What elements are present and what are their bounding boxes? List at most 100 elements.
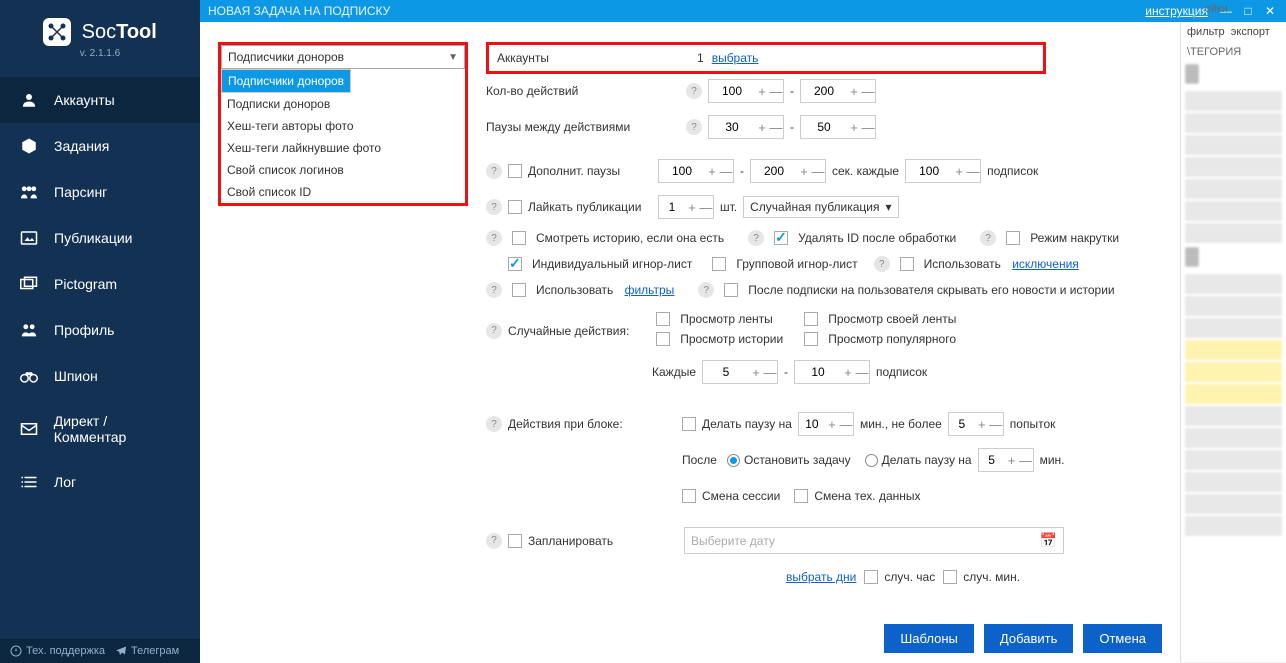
help-icon[interactable]: ? [486,282,502,298]
templates-button[interactable]: Шаблоны [884,624,974,653]
extra-to[interactable]: +— [750,159,826,183]
excl-checkbox[interactable] [900,257,914,271]
nav-tasks[interactable]: Задания [0,123,200,169]
delid-label: Удалять ID после обработки [798,231,956,245]
nav-pictogram[interactable]: Pictogram [0,261,200,307]
delid-checkbox[interactable] [774,231,788,245]
like-mode-select[interactable]: Случайная публикация▾ [743,196,898,218]
help-icon[interactable]: ? [698,282,714,298]
accounts-box: Аккаунты 1 выбрать [486,42,1046,74]
rand-hour-label: случ. час [884,570,935,584]
nav-parsing[interactable]: Парсинг [0,169,200,215]
random-to[interactable]: +— [794,360,870,384]
nav-label: Pictogram [54,276,117,292]
help-icon[interactable]: ? [686,119,702,135]
nav-direct[interactable]: Директ / Комментар [0,399,200,459]
stop-radio[interactable] [727,454,740,467]
every-label: Каждые [652,365,696,379]
random-popular-label: Просмотр популярного [828,332,956,346]
pauses-to[interactable]: +— [800,115,876,139]
dropdown-option[interactable]: Хеш-теги авторы фото [221,115,465,137]
hide-label: После подписки на пользователя скрывать … [748,283,1114,297]
help-icon[interactable]: ? [486,416,502,432]
block-attempts[interactable]: +— [948,412,1004,436]
bg-restore-icon[interactable]: ❐ [1255,2,1265,15]
select-days-link[interactable]: выбрать дни [786,570,856,584]
add-button[interactable]: Добавить [984,624,1073,653]
help-icon[interactable]: ? [486,199,502,215]
schedule-checkbox[interactable] [508,534,522,548]
filters-link[interactable]: фильтры [625,283,675,297]
dropdown-option[interactable]: Хеш-теги лайкнувшие фото [221,137,465,159]
actions-label: Кол-во действий [486,84,686,98]
bg-minimize-icon[interactable]: — [1236,3,1247,15]
filters-checkbox[interactable] [512,283,526,297]
nav-label: Профиль [54,322,114,338]
excl-link[interactable]: исключения [1012,257,1079,271]
cancel-button[interactable]: Отмена [1083,624,1162,653]
rand-min-checkbox[interactable] [943,570,957,584]
nav-label: Лог [54,474,76,490]
help-icon[interactable]: ? [748,230,764,246]
random-from[interactable]: +— [702,360,778,384]
help-link[interactable]: инструкция [1145,4,1208,18]
rand-hour-checkbox[interactable] [864,570,878,584]
telegram-link[interactable]: Телеграм [115,645,179,657]
nav-label: Задания [54,138,109,154]
pause-radio[interactable] [865,454,878,467]
dropdown-option[interactable]: Подписки доноров [221,93,465,115]
tech-checkbox[interactable] [794,489,808,503]
pauses-from[interactable]: +— [708,115,784,139]
nav-profile[interactable]: Профиль [0,307,200,353]
block-pause-min[interactable]: +— [798,412,854,436]
actions-to[interactable]: +— [800,79,876,103]
nav-label: Директ / Комментар [54,413,182,445]
help-icon[interactable]: ? [486,163,502,179]
help-icon[interactable]: ? [486,533,502,549]
accounts-select-link[interactable]: выбрать [712,51,759,65]
bg-filter-export: фильтр экспорт [1181,22,1286,42]
nav-spy[interactable]: Шпион [0,353,200,399]
dropdown-option[interactable]: Подписчики доноров [221,69,351,93]
bg-settings-label: ойки [1205,3,1228,15]
main-panel: Подписчики доноров ▼ Подписчики доноров … [200,22,1180,663]
nav-publications[interactable]: Публикации [0,215,200,261]
dropdown-option[interactable]: Свой список логинов [221,159,465,181]
sess-checkbox[interactable] [682,489,696,503]
support-link[interactable]: Тех. поддержка [10,645,105,657]
like-count[interactable]: +— [658,195,714,219]
actions-from[interactable]: +— [708,79,784,103]
help-icon[interactable]: ? [980,230,996,246]
ignore-ind-checkbox[interactable] [508,257,522,271]
help-icon[interactable]: ? [486,323,502,339]
extra-pause-label: Дополнит. паузы [528,164,658,178]
block-pause-checkbox[interactable] [682,417,696,431]
hide-checkbox[interactable] [724,283,738,297]
random-popular-checkbox[interactable] [804,332,818,346]
extra-from[interactable]: +— [658,159,734,183]
task-form: Кол-во действий ? +— - +— Паузы между де… [486,78,1170,600]
bg-close-icon[interactable]: ✕ [1273,2,1282,15]
random-feed-checkbox[interactable] [656,312,670,326]
random-ownfeed-checkbox[interactable] [804,312,818,326]
random-ownfeed-label: Просмотр своей ленты [828,312,956,326]
like-checkbox[interactable] [508,200,522,214]
random-history-checkbox[interactable] [656,332,670,346]
block-pause2-min[interactable]: +— [978,448,1034,472]
story-checkbox[interactable] [512,231,526,245]
user-icon [18,91,40,109]
help-icon[interactable]: ? [686,83,702,99]
extra-pause-checkbox[interactable] [508,164,522,178]
logo-icon [43,18,71,46]
dropdown-toggle[interactable]: Подписчики доноров ▼ [221,45,465,69]
help-icon[interactable]: ? [486,230,502,246]
ignore-grp-checkbox[interactable] [712,257,726,271]
excl-use: Использовать [924,257,1001,271]
dropdown-option[interactable]: Свой список ID [221,181,465,203]
extra-every[interactable]: +— [905,159,981,183]
nav-log[interactable]: Лог [0,459,200,505]
help-icon[interactable]: ? [874,256,890,272]
boost-checkbox[interactable] [1006,231,1020,245]
date-input[interactable]: Выберите дату 📅 [684,527,1064,554]
nav-accounts[interactable]: Аккаунты [0,77,200,123]
